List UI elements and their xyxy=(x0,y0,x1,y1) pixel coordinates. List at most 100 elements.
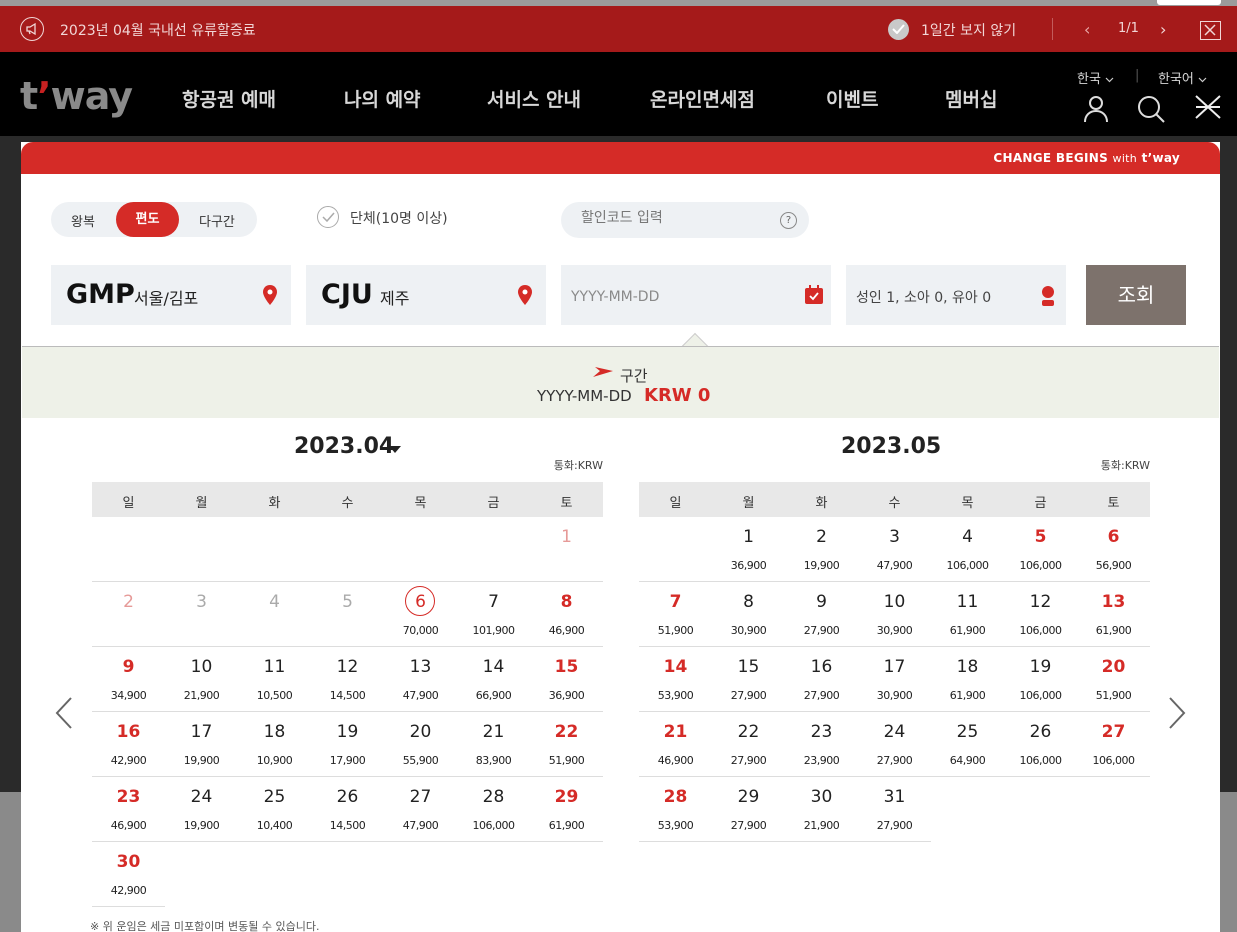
calendar-day[interactable]: 21 83,900 xyxy=(457,712,530,777)
calendar-day[interactable]: 17 30,900 xyxy=(858,647,931,712)
calendar-day[interactable]: 31 27,900 xyxy=(858,777,931,842)
calendar-day[interactable]: 15 27,900 xyxy=(712,647,785,712)
tway-logo[interactable]: t’way xyxy=(20,74,133,118)
help-icon[interactable]: ? xyxy=(780,212,797,229)
passenger-field[interactable]: 성인 1, 소아 0, 유아 0 xyxy=(846,265,1066,325)
calendar-day[interactable]: 20 51,900 xyxy=(1077,647,1150,712)
day-number: 1 xyxy=(561,527,572,547)
calendar-day[interactable]: 22 27,900 xyxy=(712,712,785,777)
nav-item-my-reservation[interactable]: 나의 예약 xyxy=(344,85,421,112)
group-label[interactable]: 단체(10명 이상) xyxy=(350,208,448,228)
search-icon[interactable] xyxy=(1137,95,1165,123)
user-icon[interactable] xyxy=(1084,95,1108,123)
tab-multi-city[interactable]: 다구간 xyxy=(199,211,235,230)
hide-one-day-label[interactable]: 1일간 보지 않기 xyxy=(921,20,1016,40)
calendar-day[interactable]: 16 27,900 xyxy=(785,647,858,712)
calendar-day[interactable]: 8 30,900 xyxy=(712,582,785,647)
origin-field[interactable]: GMP 서울/김포 xyxy=(51,265,291,325)
calendar-day[interactable]: 29 27,900 xyxy=(712,777,785,842)
logo-way: way xyxy=(50,74,133,118)
calendar-day[interactable]: 24 27,900 xyxy=(858,712,931,777)
calendar-day[interactable]: 30 21,900 xyxy=(785,777,858,842)
calendar-day[interactable]: 28 53,900 xyxy=(639,777,712,842)
calendar-day[interactable]: 28 106,000 xyxy=(457,777,530,842)
day-price: 47,900 xyxy=(402,689,439,702)
calendar-day[interactable]: 13 47,900 xyxy=(384,647,457,712)
calendar-day[interactable]: 5 106,000 xyxy=(1004,517,1077,582)
calendar-day[interactable]: 21 46,900 xyxy=(639,712,712,777)
day-price: 10,500 xyxy=(256,689,293,702)
calendar-day[interactable]: 11 61,900 xyxy=(931,582,1004,647)
search-button[interactable]: 조회 xyxy=(1086,265,1186,325)
group-checkbox[interactable] xyxy=(317,206,339,228)
day-price: 30,900 xyxy=(876,689,913,702)
calendar-day[interactable]: 9 34,900 xyxy=(92,647,165,712)
calendar-day[interactable]: 17 19,900 xyxy=(165,712,238,777)
check-icon[interactable] xyxy=(888,19,909,40)
calendar-day[interactable]: 23 23,900 xyxy=(785,712,858,777)
calendar-day[interactable]: 26 106,000 xyxy=(1004,712,1077,777)
calendar-day[interactable]: 8 46,900 xyxy=(530,582,603,647)
calendar-day[interactable]: 12 14,500 xyxy=(311,647,384,712)
calendar-day[interactable]: 27 106,000 xyxy=(1077,712,1150,777)
calendar-day[interactable]: 7 51,900 xyxy=(639,582,712,647)
day-number: 23 xyxy=(116,787,141,807)
calendar-day[interactable]: 22 51,900 xyxy=(530,712,603,777)
calendar-day[interactable]: 15 36,900 xyxy=(530,647,603,712)
calendar-day[interactable]: 26 14,500 xyxy=(311,777,384,842)
close-notice-button[interactable] xyxy=(1200,21,1221,40)
destination-field[interactable]: CJU 제주 xyxy=(306,265,546,325)
calendar-day[interactable]: 25 64,900 xyxy=(931,712,1004,777)
calendar-day[interactable]: 11 10,500 xyxy=(238,647,311,712)
calendar-day[interactable]: 6 70,000 xyxy=(384,582,457,647)
next-notice-button[interactable]: › xyxy=(1160,20,1166,39)
country-select[interactable]: 한국 xyxy=(1077,68,1114,87)
nav-item-event[interactable]: 이벤트 xyxy=(826,85,878,112)
nav-item-duty-free[interactable]: 온라인면세점 xyxy=(650,85,755,112)
calendar-day[interactable]: 19 106,000 xyxy=(1004,647,1077,712)
tab-round-trip[interactable]: 왕복 xyxy=(71,211,95,230)
calendar-day[interactable]: 10 21,900 xyxy=(165,647,238,712)
caret-down-icon[interactable] xyxy=(389,446,401,453)
language-select[interactable]: 한국어 xyxy=(1158,68,1207,87)
calendar-day[interactable]: 19 17,900 xyxy=(311,712,384,777)
next-month-arrow-icon[interactable] xyxy=(1168,697,1186,729)
menu-close-icon[interactable] xyxy=(1194,94,1222,120)
notice-text[interactable]: 2023년 04월 국내선 유류할증료 xyxy=(60,20,256,40)
day-price: 36,900 xyxy=(730,559,767,572)
prev-notice-button[interactable]: ‹ xyxy=(1084,20,1090,39)
tab-one-way[interactable]: 편도 xyxy=(116,202,179,237)
promo-code-input[interactable] xyxy=(581,210,771,226)
calendar-day[interactable]: 3 47,900 xyxy=(858,517,931,582)
nav-item-service[interactable]: 서비스 안내 xyxy=(487,85,581,112)
calendar-day[interactable]: 30 42,900 xyxy=(92,842,165,907)
calendar-day[interactable]: 16 42,900 xyxy=(92,712,165,777)
calendar-day[interactable]: 14 66,900 xyxy=(457,647,530,712)
nav-item-booking[interactable]: 항공권 예매 xyxy=(182,85,276,112)
calendar-day[interactable]: 7 101,900 xyxy=(457,582,530,647)
calendar-day[interactable]: 29 61,900 xyxy=(530,777,603,842)
calendar-day[interactable]: 18 61,900 xyxy=(931,647,1004,712)
calendar-day[interactable]: 13 61,900 xyxy=(1077,582,1150,647)
nav-item-membership[interactable]: 멤버십 xyxy=(945,85,997,112)
day-number: 12 xyxy=(1029,592,1052,612)
calendar-day[interactable]: 10 30,900 xyxy=(858,582,931,647)
calendar-day[interactable]: 2 19,900 xyxy=(785,517,858,582)
calendar-day[interactable]: 4 106,000 xyxy=(931,517,1004,582)
calendar-day[interactable]: 12 106,000 xyxy=(1004,582,1077,647)
calendar-day[interactable]: 25 10,400 xyxy=(238,777,311,842)
calendar-day[interactable]: 1 36,900 xyxy=(712,517,785,582)
month-title[interactable]: 2023.04 xyxy=(294,434,394,459)
calendar-day[interactable]: 9 27,900 xyxy=(785,582,858,647)
date-field[interactable]: YYYY-MM-DD xyxy=(561,265,831,325)
calendar-day[interactable]: 24 19,900 xyxy=(165,777,238,842)
calendar-day[interactable]: 20 55,900 xyxy=(384,712,457,777)
calendar-day[interactable]: 18 10,900 xyxy=(238,712,311,777)
prev-month-arrow-icon[interactable] xyxy=(55,697,73,729)
calendar-day[interactable]: 14 53,900 xyxy=(639,647,712,712)
panel-header: CHANGE BEGINS with t’way xyxy=(21,142,1220,174)
calendar-day[interactable]: 23 46,900 xyxy=(92,777,165,842)
calendar-day[interactable]: 6 56,900 xyxy=(1077,517,1150,582)
calendar-day[interactable]: 27 47,900 xyxy=(384,777,457,842)
promo-code-field[interactable]: ? xyxy=(561,202,809,238)
